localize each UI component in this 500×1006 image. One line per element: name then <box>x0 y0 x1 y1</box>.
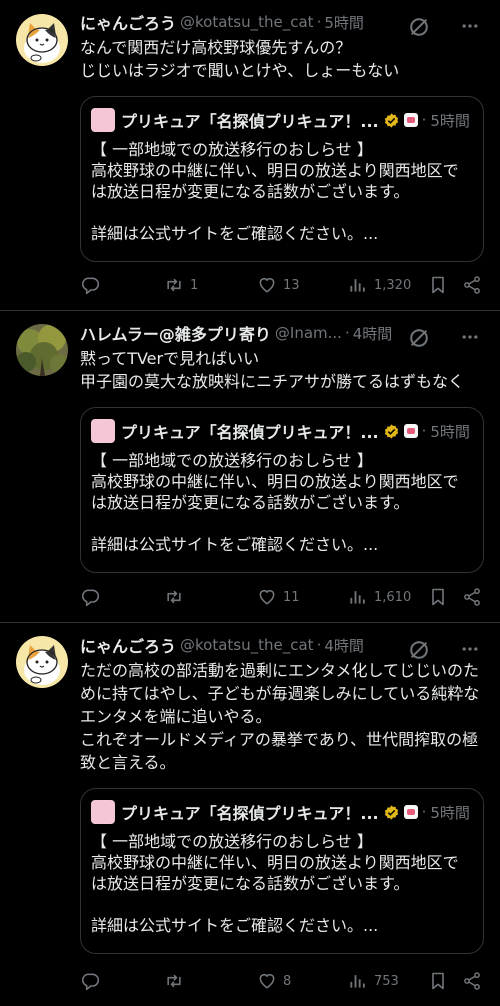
display-name[interactable]: にゃんごろう <box>80 633 176 657</box>
separator-dot: · <box>344 324 350 342</box>
verified-badge-icon <box>383 112 400 129</box>
bookmark-icon <box>428 587 448 607</box>
quote-display-name: プリキュア「名探偵プリキュア！... <box>121 112 379 131</box>
quote-avatar <box>91 108 115 132</box>
reply-icon <box>80 971 100 991</box>
verified-badge-icon <box>383 423 400 440</box>
like-button[interactable]: 8 <box>257 971 291 991</box>
quote-separator-dot: · <box>421 803 427 821</box>
views-icon <box>348 971 368 991</box>
views-button[interactable]: 753 <box>348 971 399 991</box>
views-button[interactable]: 1,320 <box>348 275 411 295</box>
quote-text: 【 一部地域での放送移行のおしらせ 】 高校野球の中継に伴い、明日の放送より関西… <box>91 140 459 243</box>
timestamp[interactable]: 5時間 <box>324 12 364 33</box>
quote-display-name: プリキュア「名探偵プリキュア！... <box>121 804 379 823</box>
quote-timestamp: 5時間 <box>430 111 470 130</box>
affiliate-badge-icon <box>403 805 418 819</box>
like-count: 11 <box>283 589 300 605</box>
timestamp[interactable]: 4時間 <box>353 323 393 344</box>
grok-icon[interactable] <box>408 16 430 38</box>
more-icon[interactable] <box>460 639 480 659</box>
quote-timestamp: 5時間 <box>430 803 470 822</box>
retweet-icon <box>164 587 184 607</box>
reply-icon <box>80 275 100 295</box>
retweet-button[interactable] <box>164 971 190 991</box>
quote-text: 【 一部地域での放送移行のおしらせ 】 高校野球の中継に伴い、明日の放送より関西… <box>91 451 459 554</box>
reply-button[interactable] <box>80 275 106 295</box>
retweet-button[interactable]: 1 <box>164 275 198 295</box>
display-name[interactable]: ハレムラー@雑多プリ寄り <box>80 321 271 345</box>
user-handle[interactable]: @kotatsu_the_cat <box>180 13 314 31</box>
retweet-count: 1 <box>190 277 199 293</box>
avatar[interactable] <box>16 324 68 376</box>
tweet[interactable]: ハレムラー@雑多プリ寄り @Inam... · 4時間 黙ってTVerで見ればい… <box>0 311 500 623</box>
separator-dot: · <box>316 636 322 654</box>
like-icon <box>257 971 277 991</box>
reply-icon <box>80 587 100 607</box>
view-count: 1,610 <box>374 589 412 605</box>
bookmark-icon <box>428 275 448 295</box>
bookmark-icon <box>428 971 448 991</box>
separator-dot: · <box>316 13 322 31</box>
tweet-text: なんで関西だけ高校野球優先すんの？ じじいはラジオで聞いとけや、しょーもない <box>80 38 400 80</box>
bookmark-button[interactable] <box>428 587 448 607</box>
view-count: 1,320 <box>374 277 412 293</box>
view-count: 753 <box>374 973 399 989</box>
quote-tweet[interactable]: プリキュア「名探偵プリキュア！... · 5時間 【 一部地域での放送移行のおし… <box>80 788 484 954</box>
share-icon <box>462 971 482 991</box>
quote-tweet[interactable]: プリキュア「名探偵プリキュア！... · 5時間 【 一部地域での放送移行のおし… <box>80 407 484 573</box>
action-bar: 11 1,610 <box>80 586 484 608</box>
like-icon <box>257 587 277 607</box>
share-icon <box>462 587 482 607</box>
like-button[interactable]: 13 <box>257 275 300 295</box>
quote-separator-dot: · <box>421 422 427 440</box>
quote-avatar <box>91 800 115 824</box>
grok-icon[interactable] <box>408 639 430 661</box>
like-button[interactable]: 11 <box>257 587 300 607</box>
verified-badge-icon <box>383 804 400 821</box>
quote-tweet[interactable]: プリキュア「名探偵プリキュア！... · 5時間 【 一部地域での放送移行のおし… <box>80 96 484 262</box>
more-icon[interactable] <box>460 16 480 36</box>
affiliate-badge-icon <box>403 424 418 438</box>
like-icon <box>257 275 277 295</box>
tweet[interactable]: にゃんごろう @kotatsu_the_cat · 4時間 ただの高校の部活動を… <box>0 623 500 1006</box>
share-icon <box>462 275 482 295</box>
grok-icon[interactable] <box>408 327 430 349</box>
user-handle[interactable]: @Inam... <box>275 324 342 342</box>
share-button[interactable] <box>462 275 482 295</box>
views-button[interactable]: 1,610 <box>348 587 411 607</box>
retweet-icon <box>164 971 184 991</box>
retweet-button[interactable] <box>164 587 190 607</box>
bookmark-button[interactable] <box>428 275 448 295</box>
action-bar: 1 13 1,320 <box>80 274 484 296</box>
bookmark-button[interactable] <box>428 971 448 991</box>
timeline-feed: にゃんごろう @kotatsu_the_cat · 5時間 なんで関西だけ高校野… <box>0 0 500 1006</box>
quote-timestamp: 5時間 <box>430 422 470 441</box>
views-icon <box>348 587 368 607</box>
quote-display-name: プリキュア「名探偵プリキュア！... <box>121 423 379 442</box>
avatar[interactable] <box>16 636 68 688</box>
action-bar: 8 753 <box>80 970 484 992</box>
display-name[interactable]: にゃんごろう <box>80 10 176 34</box>
share-button[interactable] <box>462 971 482 991</box>
like-count: 8 <box>283 973 292 989</box>
tweet-text: 黙ってTVerで見ればいい 甲子園の莫大な放映料にニチアサが勝てるはずもなく <box>80 349 465 391</box>
tweet-text: ただの高校の部活動を過剰にエンタメ化してじじいのために持てはやし、子どもが毎週楽… <box>80 661 480 772</box>
reply-button[interactable] <box>80 587 106 607</box>
more-icon[interactable] <box>460 327 480 347</box>
timestamp[interactable]: 4時間 <box>324 635 364 656</box>
avatar[interactable] <box>16 14 68 66</box>
reply-button[interactable] <box>80 971 106 991</box>
retweet-icon <box>164 275 184 295</box>
views-icon <box>348 275 368 295</box>
tweet[interactable]: にゃんごろう @kotatsu_the_cat · 5時間 なんで関西だけ高校野… <box>0 0 500 311</box>
quote-avatar <box>91 419 115 443</box>
quote-separator-dot: · <box>421 111 427 129</box>
like-count: 13 <box>283 277 300 293</box>
user-handle[interactable]: @kotatsu_the_cat <box>180 636 314 654</box>
quote-text: 【 一部地域での放送移行のおしらせ 】 高校野球の中継に伴い、明日の放送より関西… <box>91 832 459 935</box>
affiliate-badge-icon <box>403 113 418 127</box>
share-button[interactable] <box>462 587 482 607</box>
